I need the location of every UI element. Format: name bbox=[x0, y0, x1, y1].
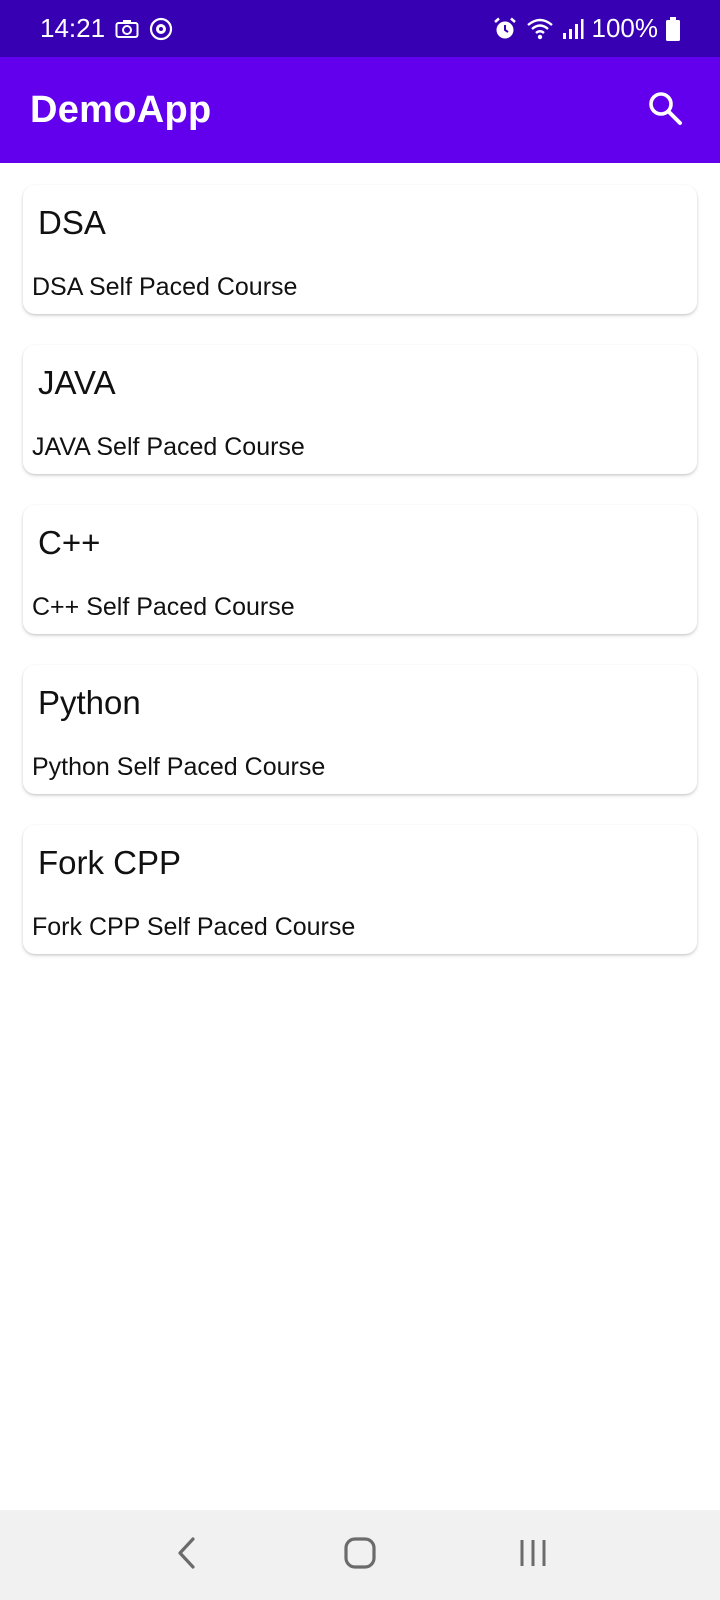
course-title: C++ bbox=[38, 524, 101, 561]
course-card-cpp[interactable]: C++ C++ Self Paced Course bbox=[23, 505, 697, 634]
course-card-dsa[interactable]: DSA DSA Self Paced Course bbox=[23, 185, 697, 314]
status-left: 14:21 bbox=[40, 13, 173, 44]
battery-icon bbox=[666, 16, 680, 41]
course-subtitle: DSA Self Paced Course bbox=[32, 273, 298, 301]
search-button[interactable] bbox=[640, 85, 690, 135]
course-title: Python bbox=[38, 684, 141, 721]
search-icon bbox=[647, 90, 683, 131]
home-icon bbox=[343, 1536, 377, 1575]
alarm-icon bbox=[492, 16, 518, 42]
course-card-python[interactable]: Python Python Self Paced Course bbox=[23, 665, 697, 794]
wifi-icon bbox=[526, 17, 554, 41]
back-button[interactable] bbox=[157, 1525, 217, 1585]
recents-icon bbox=[518, 1537, 548, 1574]
course-subtitle: JAVA Self Paced Course bbox=[32, 433, 305, 461]
app-title: DemoApp bbox=[30, 88, 212, 131]
course-subtitle: C++ Self Paced Course bbox=[32, 593, 295, 621]
signal-icon bbox=[562, 18, 584, 40]
course-title: JAVA bbox=[38, 364, 116, 401]
status-right: 100% bbox=[492, 13, 680, 44]
course-card-fork-cpp[interactable]: Fork CPP Fork CPP Self Paced Course bbox=[23, 825, 697, 954]
status-bar: 14:21 100% bbox=[0, 0, 720, 57]
course-card-java[interactable]: JAVA JAVA Self Paced Course bbox=[23, 345, 697, 474]
status-time: 14:21 bbox=[40, 13, 106, 43]
vpn-icon bbox=[149, 17, 173, 41]
system-nav-bar bbox=[0, 1510, 720, 1600]
back-icon bbox=[175, 1536, 199, 1575]
course-title: DSA bbox=[38, 204, 106, 241]
battery-percent: 100% bbox=[591, 13, 659, 43]
course-subtitle: Fork CPP Self Paced Course bbox=[32, 913, 356, 941]
course-list: DSA DSA Self Paced Course JAVA JAVA Self… bbox=[0, 163, 720, 985]
app-bar: DemoApp bbox=[0, 57, 720, 163]
home-button[interactable] bbox=[330, 1525, 390, 1585]
course-subtitle: Python Self Paced Course bbox=[32, 753, 326, 781]
recents-button[interactable] bbox=[503, 1525, 563, 1585]
course-title: Fork CPP bbox=[38, 844, 182, 881]
camera-icon bbox=[115, 19, 139, 39]
